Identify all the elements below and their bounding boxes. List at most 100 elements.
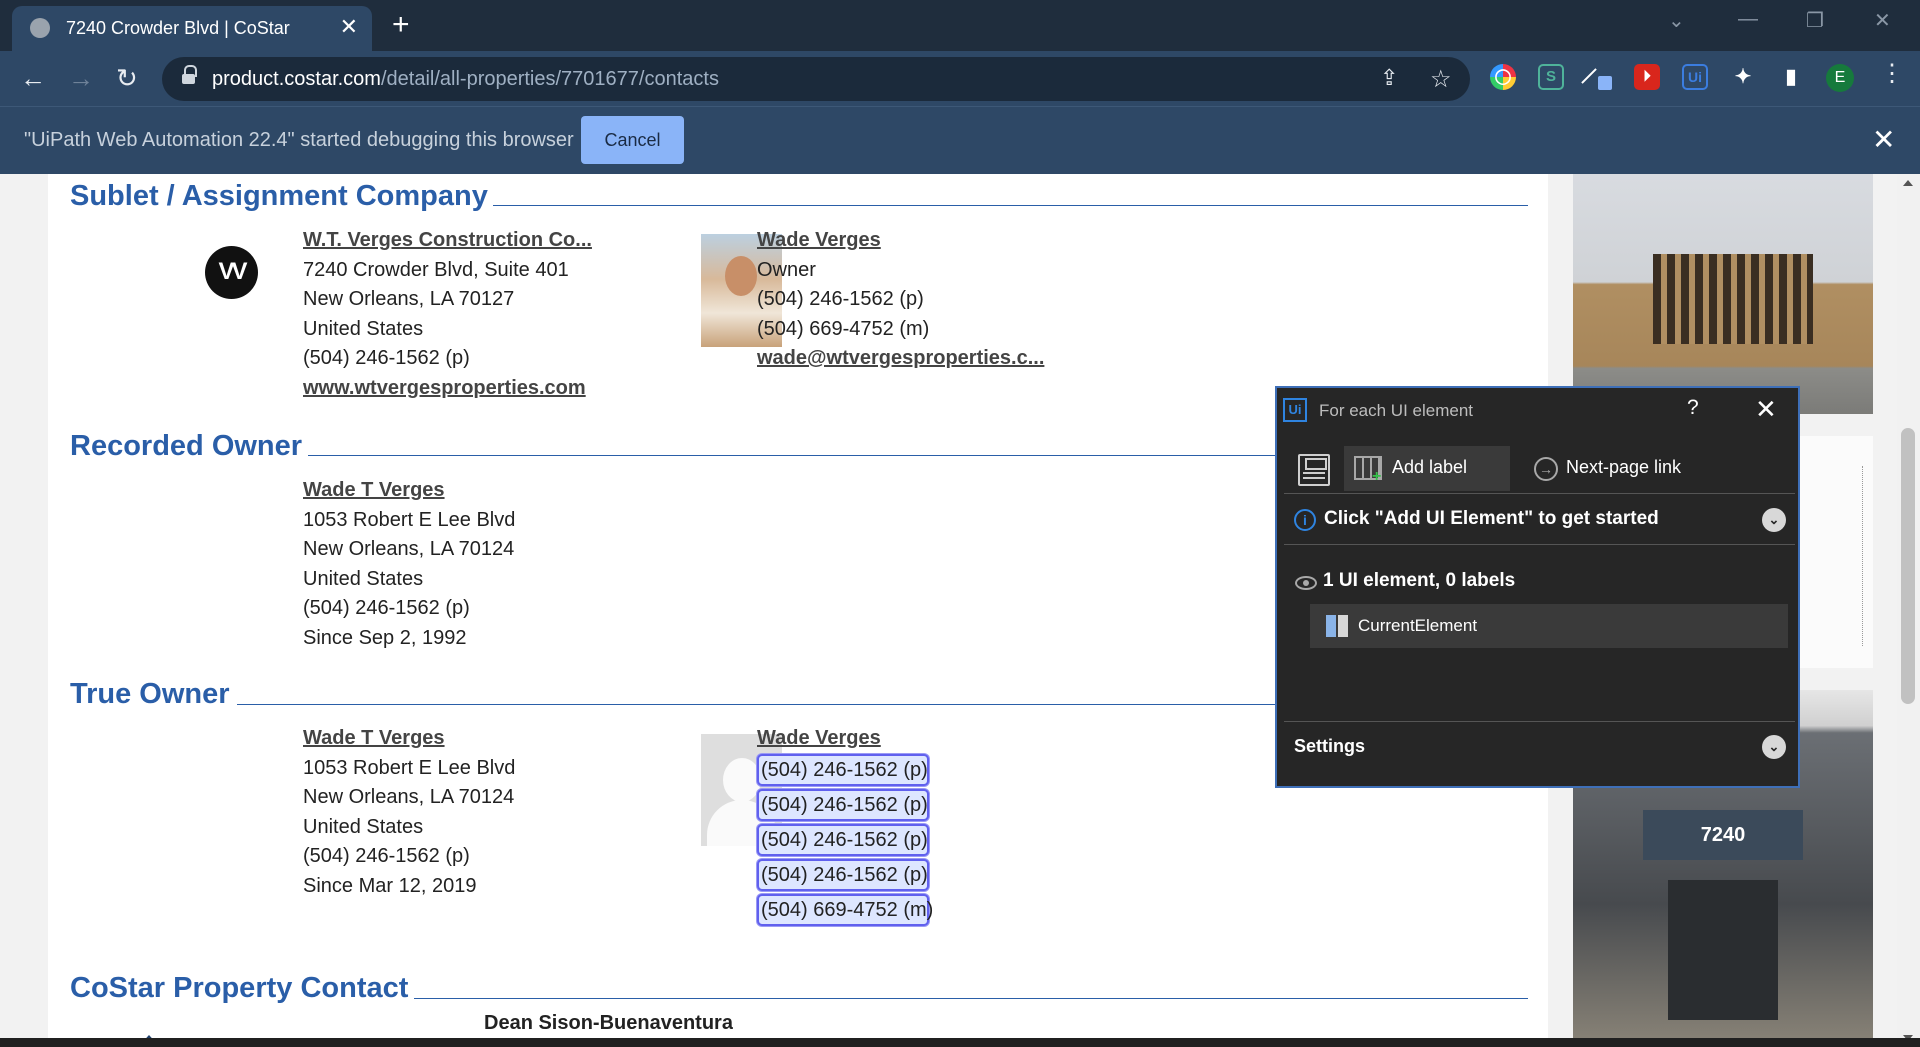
taskbar [0,1038,1920,1047]
eyedropper-extension-icon[interactable] [1581,64,1612,90]
building-sign: 7240 [1643,810,1803,860]
true-owner-card: Wade T Verges 1053 Robert E Lee Blvd New… [303,724,515,901]
tab-strip: 7240 Crowder Blvd | CoStar ✕ + ⌄ — ❐ ✕ [0,0,1920,51]
current-element-label: CurrentElement [1358,616,1478,635]
hint-expand-chevron-icon[interactable]: ⌄ [1762,508,1786,532]
forward-button[interactable]: → [68,63,94,93]
bookmark-star-icon[interactable]: ☆ [1430,65,1452,94]
eye-icon[interactable] [1295,576,1317,590]
infobar-message: "UiPath Web Automation 22.4" started deb… [24,129,574,151]
extensions-puzzle-icon[interactable]: ✦ [1730,64,1756,90]
window-close-button[interactable]: ✕ [1874,8,1891,33]
reload-button[interactable]: ↻ [116,63,138,93]
browser-menu-icon[interactable]: ⋮ [1880,59,1904,88]
sublet-contact-card: Wade Verges Owner (504) 246-1562 (p) (50… [757,226,1044,374]
tab-search-icon[interactable]: ⌄ [1668,8,1685,33]
cancel-debug-button[interactable]: Cancel [581,116,684,164]
settings-row[interactable]: Settings ⌄ [1284,721,1795,771]
element-count: 1 UI element, 0 labels [1323,570,1516,591]
sublet-company-card: W.T. Verges Construction Co... 7240 Crow… [303,226,592,403]
true-owner-contact-card: Wade Verges (504) 246-1562 (p) (504) 246… [757,724,933,929]
costar-contact-title: CoStar Property Contact [70,972,409,1004]
recorded-owner-title: Recorded Owner [70,430,303,462]
avatar-head [723,758,761,802]
highlighted-mobile[interactable]: (504) 669-4752 (m) [757,893,933,926]
company-website-link[interactable]: www.wtvergesproperties.com [303,374,592,404]
company-name-link[interactable]: W.T. Verges Construction Co... [303,226,592,256]
settings-label: Settings [1294,736,1366,756]
add-label-text: Add label [1392,457,1468,477]
url-text[interactable]: product.costar.com/detail/all-properties… [212,68,719,91]
add-label-button[interactable]: + Add label [1344,446,1510,491]
help-icon[interactable]: ? [1687,396,1699,420]
company-logo: VV [205,246,258,299]
pdf-extension-icon[interactable]: ⏵ [1634,64,1660,90]
save-icon[interactable] [1298,454,1330,486]
contact-email-link[interactable]: wade@wtvergesproperties.c... [757,344,1044,374]
hint-text: Click "Add UI Element" to get started [1324,508,1659,529]
current-element-item[interactable]: CurrentElement [1310,604,1788,648]
highlighted-phone[interactable]: (504) 246-1562 (p) [757,858,929,891]
element-icon [1326,615,1348,637]
contact-name-link[interactable]: Wade Verges [757,226,1044,256]
building-photo-exterior[interactable] [1573,174,1873,414]
owner-phone: (504) 246-1562 (p) [303,845,470,867]
next-page-link-button[interactable]: → Next-page link [1524,446,1724,491]
scroll-up-arrow[interactable] [1903,180,1913,186]
plus-icon: + [1372,468,1382,485]
owner-country-line: United States [303,567,424,590]
browser-tab[interactable]: 7240 Crowder Blvd | CoStar ✕ [12,6,372,51]
owner-since: Since Sep 2, 1992 [303,626,467,649]
true-owner-title: True Owner [70,678,230,710]
recorded-owner-card: Wade T Verges 1053 Robert E Lee Blvd New… [303,476,515,653]
back-button[interactable]: ← [20,63,46,93]
minimize-button[interactable]: — [1738,8,1758,31]
s-extension-icon[interactable]: S [1538,64,1564,90]
recorded-owner-name-link[interactable]: Wade T Verges [303,476,515,506]
company-address-line: 7240 Crowder Blvd, Suite 401 [303,258,569,281]
lock-icon[interactable] [182,65,197,87]
highlighted-phone[interactable]: (504) 246-1562 (p) [757,788,929,821]
address-bar[interactable]: product.costar.com/detail/all-properties… [162,57,1470,101]
next-page-text: Next-page link [1566,457,1682,477]
owner-phone: (504) 246-1562 (p) [303,597,470,619]
sublet-section-title: Sublet / Assignment Company [70,180,488,212]
new-tab-button[interactable]: + [392,8,410,42]
contact-name-link[interactable]: Wade Verges [757,724,929,754]
info-icon: i [1294,509,1316,531]
owner-since: Since Mar 12, 2019 [303,874,477,897]
building-door [1668,880,1778,1020]
true-owner-name-link[interactable]: Wade T Verges [303,724,515,754]
share-icon[interactable]: ⇪ [1380,65,1398,91]
side-panel-icon[interactable]: ▮ [1778,64,1804,90]
tab-title: 7240 Crowder Blvd | CoStar [66,18,290,38]
tree-sketch [1793,466,1863,646]
debug-infobar: "UiPath Web Automation 22.4" started deb… [0,106,1920,174]
owner-address-line: 1053 Robert E Lee Blvd [303,756,516,779]
uipath-logo-icon: Ui [1283,398,1307,422]
popup-title: For each UI element [1319,401,1474,420]
section-divider [493,205,1528,206]
tab-close-icon[interactable]: ✕ [340,14,358,40]
restore-button[interactable]: ❐ [1806,8,1824,33]
color-picker-extension-icon[interactable]: ◯ [1490,64,1516,90]
contact-face [725,256,757,296]
section-divider [414,998,1528,999]
profile-avatar[interactable]: E [1826,64,1854,92]
browser-toolbar: ← → ↻ product.costar.com/detail/all-prop… [0,51,1920,106]
settings-expand-chevron-icon[interactable]: ⌄ [1762,735,1786,759]
company-country-line: United States [303,317,424,340]
uipath-extension-icon[interactable]: Ui [1682,64,1708,90]
contact-phone: (504) 246-1562 (p) [757,288,924,310]
highlighted-phone[interactable]: (504) 246-1562 (p) [757,823,929,856]
infobar-close-icon[interactable]: ✕ [1872,123,1895,156]
scroll-thumb[interactable] [1901,428,1915,704]
hint-row: i Click "Add UI Element" to get started … [1284,495,1795,545]
owner-country-line: United States [303,815,424,838]
building-windows [1653,254,1813,344]
popup-close-icon[interactable]: ✕ [1755,394,1777,425]
page-scrollbar[interactable] [1897,174,1920,1047]
owner-address-line: 1053 Robert E Lee Blvd [303,508,516,531]
highlighted-phone[interactable]: (504) 246-1562 (p) [757,753,929,786]
company-phone: (504) 246-1562 (p) [303,347,470,369]
